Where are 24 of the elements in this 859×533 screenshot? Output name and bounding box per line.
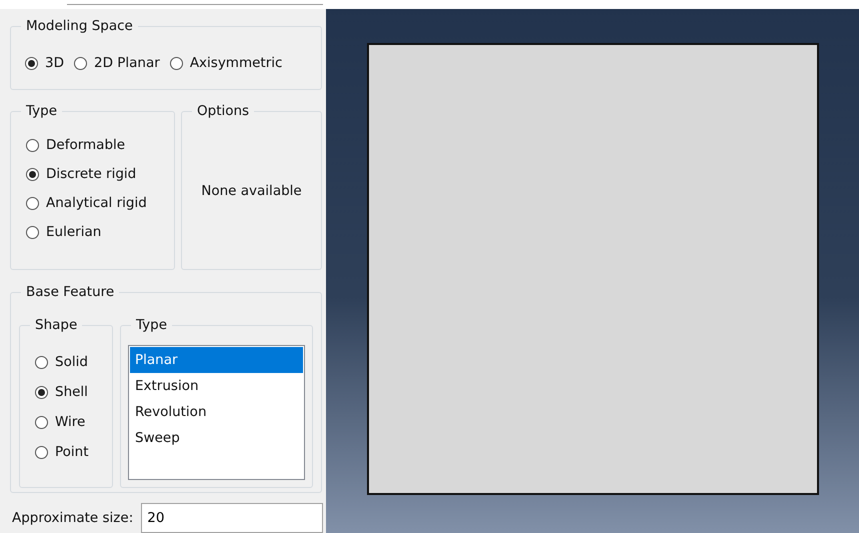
group-title: Type bbox=[131, 316, 172, 334]
feature-type-list[interactable]: Planar Extrusion Revolution Sweep bbox=[128, 345, 305, 480]
list-item[interactable]: Sweep bbox=[130, 425, 303, 451]
radio-button[interactable]: Discrete rigid bbox=[26, 166, 174, 182]
list-item[interactable]: Extrusion bbox=[130, 373, 303, 399]
options-message: None available bbox=[201, 182, 302, 198]
group-title: Shape bbox=[30, 316, 82, 334]
radio-button[interactable]: Solid bbox=[35, 354, 112, 370]
input-field[interactable]: 20 bbox=[141, 503, 323, 533]
radio-button[interactable]: Analytical rigid bbox=[26, 195, 174, 211]
radio-button[interactable]: Eulerian bbox=[26, 224, 174, 240]
group-title: Modeling Space bbox=[21, 17, 138, 35]
radio-button[interactable]: Point bbox=[35, 444, 112, 460]
radio-button[interactable]: 3D bbox=[25, 55, 64, 71]
size-label: Approximate size: bbox=[12, 510, 134, 526]
radio-button[interactable]: Shell bbox=[35, 384, 112, 400]
group-title: Type bbox=[21, 102, 62, 120]
radio-button[interactable]: Wire bbox=[35, 414, 112, 430]
radio-button[interactable]: Deformable bbox=[26, 137, 174, 153]
radio-button[interactable]: 2D Planar bbox=[74, 55, 160, 71]
radio-button[interactable]: Axisymmetric bbox=[170, 55, 282, 71]
group-title: Options bbox=[192, 102, 254, 120]
list-item[interactable]: Revolution bbox=[130, 399, 303, 425]
list-item[interactable]: Planar bbox=[130, 347, 303, 373]
